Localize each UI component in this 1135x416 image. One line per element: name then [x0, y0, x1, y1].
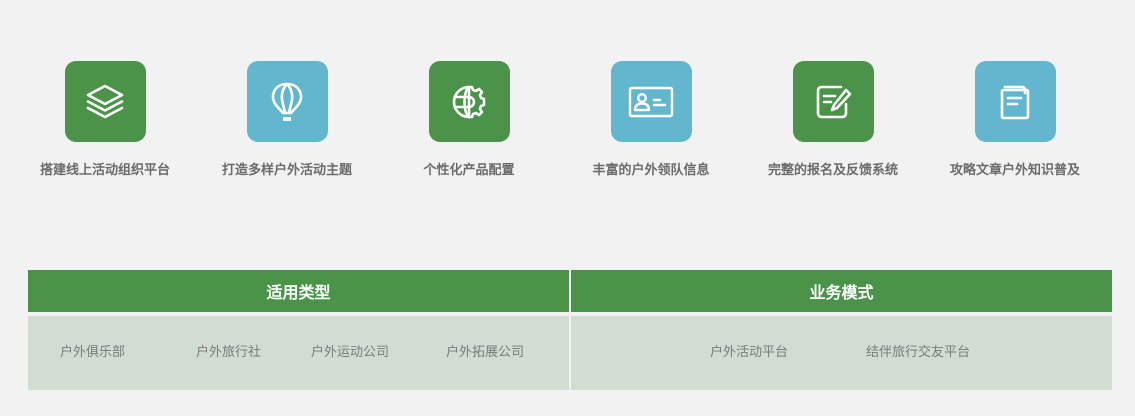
table-cell: 结伴旅行交友平台 [866, 345, 971, 360]
applicable-types-body: 户外俱乐部 户外旅行社 户外运动公司 户外拓展公司 [28, 316, 569, 390]
hot-air-balloon-icon [246, 61, 328, 142]
feature-label: 攻略文章户外知识普及 [949, 163, 1080, 178]
info-table: 适用类型 户外俱乐部 户外旅行社 户外运动公司 户外拓展公司 业务模式 户外活动… [28, 270, 1112, 390]
business-models-column: 业务模式 户外活动平台 结伴旅行交友平台 [571, 270, 1112, 390]
business-models-header: 业务模式 [571, 270, 1112, 312]
table-cell: 户外活动平台 [710, 345, 789, 360]
feature-label: 打造多样户外活动主题 [221, 163, 352, 178]
table-cell: 户外运动公司 [311, 345, 390, 360]
feature-label: 搭建线上活动组织平台 [39, 163, 170, 178]
table-cell: 户外旅行社 [196, 345, 262, 360]
feature-item: 完整的报名及反馈系统 [742, 61, 924, 180]
document-icon [974, 61, 1056, 142]
feature-item: 个性化产品配置 [378, 61, 560, 180]
applicable-types-header: 适用类型 [28, 270, 569, 312]
feature-item: 打造多样户外活动主题 [196, 61, 378, 180]
table-cell: 户外拓展公司 [446, 345, 525, 360]
feature-label: 个性化产品配置 [423, 163, 515, 178]
globe-gear-icon [428, 61, 510, 142]
business-models-body: 户外活动平台 结伴旅行交友平台 [571, 316, 1112, 390]
id-card-icon [610, 61, 692, 142]
feature-label: 丰富的户外领队信息 [592, 163, 710, 178]
applicable-types-column: 适用类型 户外俱乐部 户外旅行社 户外运动公司 户外拓展公司 [28, 270, 569, 390]
feature-item: 搭建线上活动组织平台 [14, 61, 196, 180]
feature-label: 完整的报名及反馈系统 [767, 163, 898, 178]
feature-item: 攻略文章户外知识普及 [924, 61, 1106, 180]
feature-item: 丰富的户外领队信息 [560, 61, 742, 180]
table-cell: 户外俱乐部 [60, 345, 126, 360]
layers-icon [64, 61, 146, 142]
edit-form-icon [792, 61, 874, 142]
feature-list: 搭建线上活动组织平台 打造多样户外活动主题 个性化产品配置 丰富的户外领队信息 … [0, 0, 1135, 230]
